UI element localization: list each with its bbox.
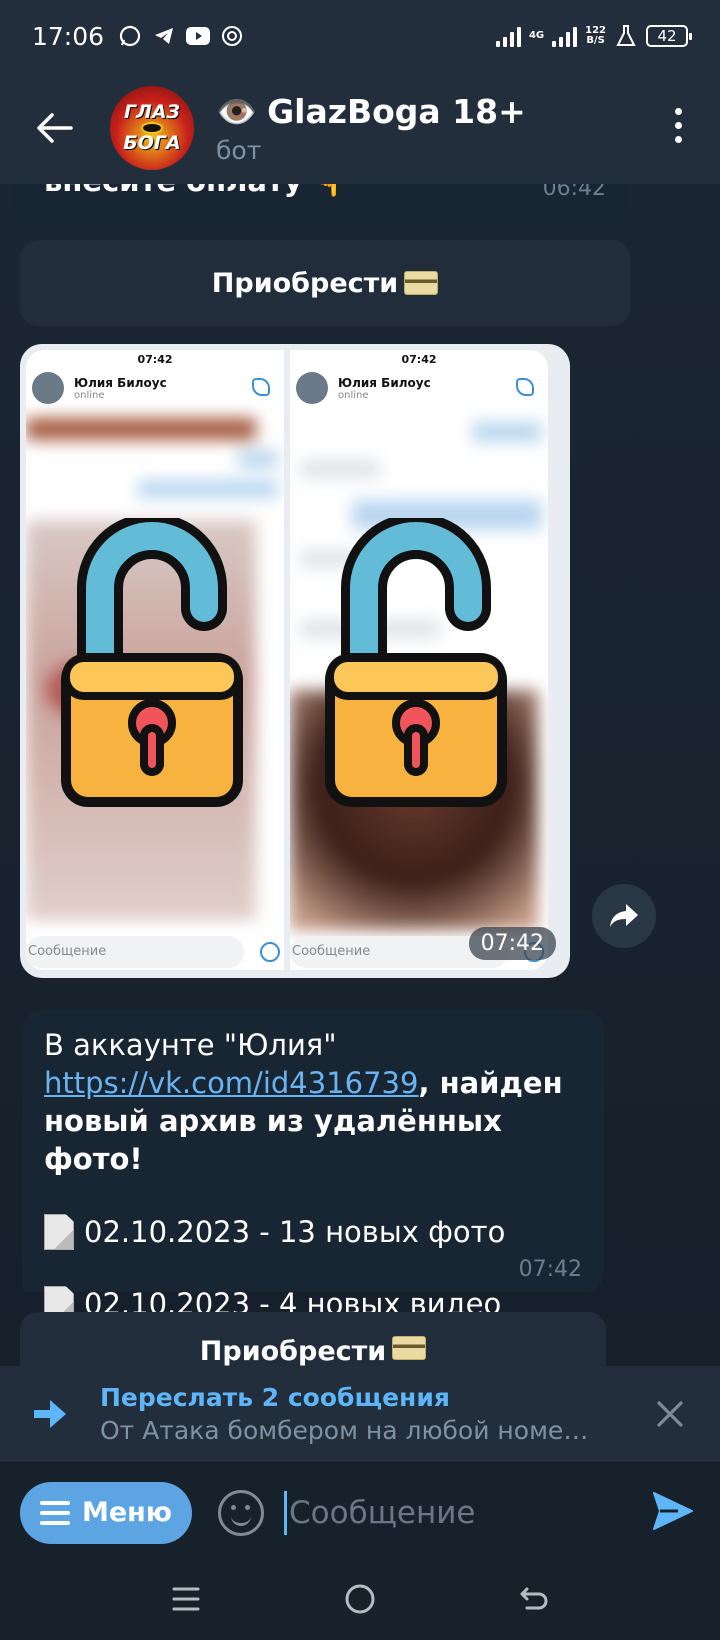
send-icon bbox=[653, 1492, 693, 1530]
credit-card-icon bbox=[404, 271, 439, 295]
home-button[interactable] bbox=[344, 1583, 376, 1619]
forward-bar[interactable]: Переслать 2 сообщения От Атака бомбером … bbox=[0, 1366, 720, 1462]
eye-emoji-icon: 👁️ bbox=[216, 91, 258, 131]
chat-subtitle: бот bbox=[216, 135, 262, 165]
chat-title-block[interactable]: 👁️ GlazBoga 18+ бот bbox=[216, 92, 526, 165]
contact-avatar bbox=[296, 372, 328, 404]
contact-status: online bbox=[74, 389, 105, 401]
bot-menu-button[interactable]: Меню bbox=[20, 1481, 192, 1544]
chat-area[interactable]: внесите оплату 👇 06:42 Приобрести 07:42 … bbox=[0, 184, 720, 1366]
shot-time: 07:42 bbox=[137, 353, 173, 366]
vk-link[interactable]: https://vk.com/id4316739 bbox=[44, 1066, 418, 1100]
shot-input: Сообщение bbox=[26, 936, 244, 968]
message-time: 06:42 bbox=[542, 184, 606, 201]
unlock-icon bbox=[325, 518, 507, 807]
recent-apps-button[interactable] bbox=[171, 1586, 201, 1616]
avatar-text-bottom: БОГА bbox=[123, 132, 181, 154]
youtube-icon bbox=[186, 24, 211, 48]
share-button[interactable] bbox=[592, 884, 656, 948]
emoji-icon[interactable] bbox=[218, 1489, 264, 1536]
system-nav-bar bbox=[0, 1562, 720, 1640]
phone-icon bbox=[516, 378, 534, 396]
whatsapp-icon bbox=[118, 24, 142, 48]
more-options-icon[interactable] bbox=[675, 108, 682, 143]
send-button[interactable] bbox=[652, 1491, 694, 1535]
forward-subtitle: От Атака бомбером на любой номер… bbox=[100, 1416, 600, 1445]
back-nav-button[interactable] bbox=[519, 1585, 549, 1617]
message-input[interactable] bbox=[289, 1487, 619, 1538]
telegram-icon bbox=[152, 24, 176, 48]
buy-button[interactable]: Приобрести bbox=[20, 240, 630, 326]
forward-title: Переслать 2 сообщения bbox=[100, 1383, 450, 1412]
menu-button-label: Меню bbox=[81, 1497, 173, 1528]
status-time: 17:06 bbox=[32, 21, 105, 51]
buy-button-label: Приобрести bbox=[211, 267, 399, 299]
input-bar: Меню bbox=[0, 1462, 720, 1562]
smile-icon bbox=[260, 942, 280, 962]
signal-icon bbox=[495, 25, 521, 47]
hamburger-icon bbox=[39, 1500, 70, 1525]
status-bar: 17:06 4G 122 B/S 42 bbox=[0, 0, 720, 72]
message-text: В аккаунте "Юлия" https://vk.com/id43167… bbox=[44, 1028, 563, 1176]
phone-icon bbox=[252, 378, 270, 396]
contact-avatar bbox=[32, 372, 64, 404]
buy-button-label: Приобрести bbox=[199, 1336, 387, 1366]
media-album[interactable]: 07:42 Юлия Билоус online Сообщение 07:42… bbox=[20, 344, 570, 978]
share-arrow-icon bbox=[610, 904, 638, 927]
shot-time: 07:42 bbox=[401, 353, 437, 366]
signal-2-icon bbox=[552, 25, 578, 47]
document-icon bbox=[44, 1214, 74, 1250]
list-item: 02.10.2023 - 13 новых фото bbox=[44, 1214, 582, 1250]
message-time: 07:42 bbox=[518, 1257, 582, 1282]
message-text: внесите оплату 👇 bbox=[44, 184, 349, 199]
at-sign-icon bbox=[220, 24, 244, 48]
message-bubble: внесите оплату 👇 06:42 bbox=[12, 184, 628, 214]
back-button[interactable] bbox=[0, 72, 110, 184]
contact-name: Юлия Билоус bbox=[74, 375, 167, 390]
close-button[interactable] bbox=[620, 1400, 720, 1428]
chat-header: ГЛАЗ БОГА 👁️ GlazBoga 18+ бот bbox=[0, 72, 720, 184]
forward-arrow-icon bbox=[0, 1398, 100, 1430]
avatar-text-top: ГЛАЗ bbox=[123, 101, 181, 123]
credit-card-icon bbox=[392, 1336, 427, 1360]
network-type: 4G bbox=[528, 30, 545, 41]
network-speed: 122 B/S bbox=[585, 26, 606, 46]
screenshot-image[interactable]: 07:42 Юлия Билоус online Сообщение bbox=[290, 350, 548, 970]
menu-lines-icon bbox=[172, 1587, 200, 1611]
screenshot-image[interactable]: 07:42 Юлия Билоус online Сообщение bbox=[26, 350, 284, 970]
return-icon bbox=[520, 1587, 548, 1610]
close-icon bbox=[657, 1401, 683, 1427]
text-cursor bbox=[284, 1490, 287, 1535]
contact-status: online bbox=[338, 389, 369, 401]
circle-icon bbox=[345, 1584, 375, 1614]
chat-title: GlazBoga 18+ bbox=[267, 92, 526, 131]
media-time: 07:42 bbox=[468, 927, 556, 960]
message-bubble: В аккаунте "Юлия" https://vk.com/id43167… bbox=[22, 1010, 604, 1322]
speed-unit: B/S bbox=[586, 35, 605, 46]
flask-icon bbox=[614, 24, 638, 48]
arrow-left-icon bbox=[37, 113, 73, 143]
unlock-icon bbox=[61, 518, 243, 807]
contact-name: Юлия Билоус bbox=[338, 375, 431, 390]
buy-button[interactable]: Приобрести bbox=[20, 1312, 606, 1366]
notification-icons bbox=[118, 24, 244, 48]
bot-avatar[interactable]: ГЛАЗ БОГА bbox=[110, 86, 194, 170]
list-item-text: 02.10.2023 - 13 новых фото bbox=[84, 1215, 506, 1249]
battery-icon: 42 bbox=[646, 25, 692, 47]
